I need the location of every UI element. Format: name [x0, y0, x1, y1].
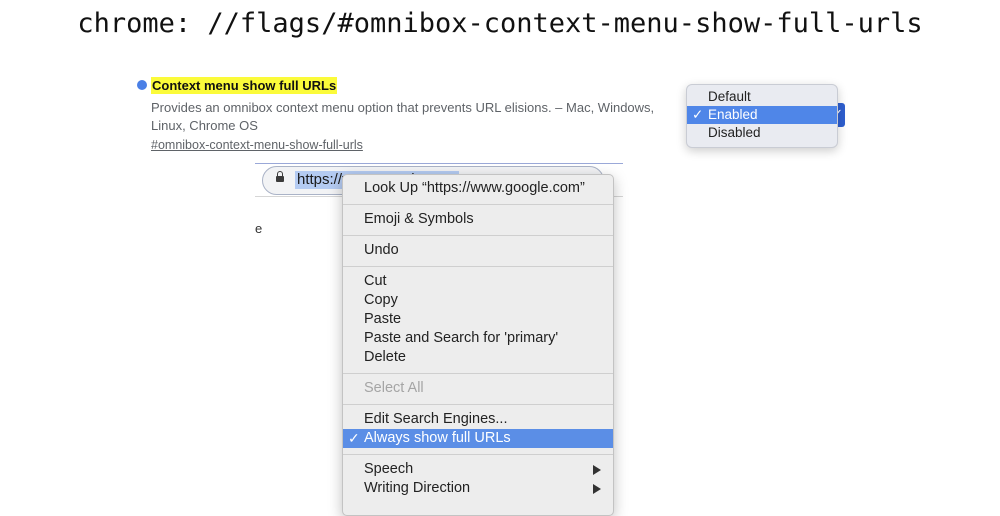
submenu-arrow-icon: [593, 484, 601, 494]
flag-anchor-link[interactable]: #omnibox-context-menu-show-full-urls: [151, 138, 363, 152]
page-headline: chrome: //flags/#omnibox-context-menu-sh…: [77, 8, 923, 39]
menu-item-label: Writing Direction: [364, 480, 471, 496]
menu-separator: [343, 266, 613, 267]
menu-item-always-show-full-urls[interactable]: ✓ Always show full URLs: [343, 429, 613, 448]
dropdown-option-label: Enabled: [708, 107, 758, 122]
menu-item-edit-search-engines[interactable]: Edit Search Engines...: [343, 410, 613, 429]
menu-item-label: Undo: [364, 242, 399, 258]
flag-title: Context menu show full URLs: [151, 77, 338, 94]
dropdown-option-label: Default: [708, 89, 751, 104]
menu-item-paste[interactable]: Paste: [343, 310, 613, 329]
menu-item-delete[interactable]: Delete: [343, 348, 613, 367]
flag-status-dot: [137, 80, 147, 90]
menu-item-label: Select All: [364, 380, 424, 396]
menu-item-label: Copy: [364, 292, 398, 308]
checkmark-icon: ✓: [348, 430, 360, 446]
submenu-arrow-icon: [593, 465, 601, 475]
dropdown-option-enabled[interactable]: ✓ Enabled: [687, 106, 837, 124]
menu-item-cut[interactable]: Cut: [343, 272, 613, 291]
flag-description: Provides an omnibox context menu option …: [151, 100, 655, 133]
menu-item-writing-direction[interactable]: Writing Direction: [343, 479, 613, 498]
dropdown-option-label: Disabled: [708, 125, 761, 140]
dropdown-option-default[interactable]: Default: [687, 88, 837, 106]
menu-item-undo[interactable]: Undo: [343, 241, 613, 260]
menu-item-label: Always show full URLs: [364, 430, 511, 446]
menu-separator: [343, 373, 613, 374]
context-menu: Look Up “https://www.google.com” Emoji &…: [342, 174, 614, 516]
menu-item-label: Edit Search Engines...: [364, 411, 508, 427]
checkmark-icon: ✓: [692, 107, 704, 122]
menu-separator: [343, 204, 613, 205]
menu-item-select-all: Select All: [343, 379, 613, 398]
lock-icon[interactable]: [276, 171, 284, 182]
menu-item-look-up[interactable]: Look Up “https://www.google.com”: [343, 179, 613, 198]
menu-item-speech[interactable]: Speech: [343, 460, 613, 479]
menu-separator: [343, 235, 613, 236]
menu-separator: [343, 404, 613, 405]
menu-item-label: Cut: [364, 273, 387, 289]
menu-item-label: Look Up “https://www.google.com”: [364, 180, 585, 196]
stray-text: e: [255, 221, 263, 236]
menu-item-copy[interactable]: Copy: [343, 291, 613, 310]
menu-item-label: Paste and Search for 'primary': [364, 330, 559, 346]
menu-item-label: Paste: [364, 311, 402, 327]
menu-item-label: Delete: [364, 349, 406, 365]
menu-item-label: Speech: [364, 461, 414, 477]
address-bar-divider-top: [255, 163, 623, 164]
menu-separator: [343, 454, 613, 455]
menu-item-emoji-symbols[interactable]: Emoji & Symbols: [343, 210, 613, 229]
dropdown-option-disabled[interactable]: Disabled: [687, 124, 837, 142]
flag-state-dropdown-menu: Default ✓ Enabled Disabled: [686, 84, 838, 148]
menu-item-paste-and-search[interactable]: Paste and Search for 'primary': [343, 329, 613, 348]
menu-item-label: Emoji & Symbols: [364, 211, 474, 227]
